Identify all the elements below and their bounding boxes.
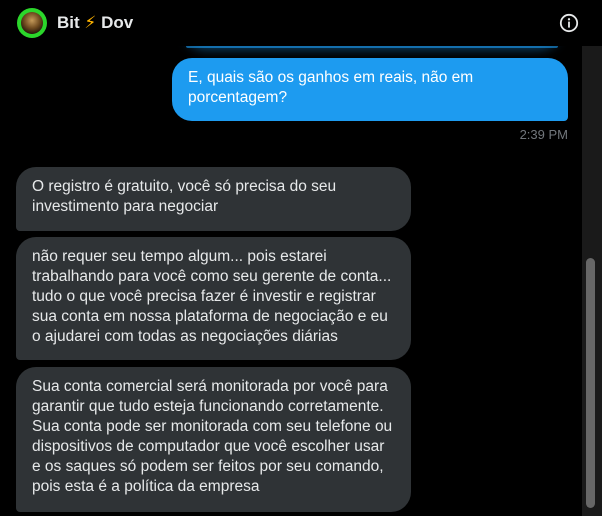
message-timestamp: 2:39 PM [519,127,568,142]
lightning-icon: ⚡ [84,13,97,32]
scrollbar-thumb[interactable] [586,258,595,508]
message-line: trabalhando para você como seu gerente d… [32,268,392,285]
message-line: dispositivos de computador que você esco… [32,438,385,455]
message-line: O registro é gratuito, você só precisa d… [32,178,337,195]
title-name-part1: Bit [57,13,80,32]
received-message-bubble[interactable]: Sua conta comercial será monitorada por … [16,367,411,512]
conversation-title[interactable]: Bit ⚡ Dov [57,13,133,33]
message-line: investimento para negociar [32,198,219,215]
message-line: tudo o que você precisa fazer é investir… [32,288,376,305]
message-line: o ajudarei com todas as negociações diár… [32,328,338,345]
message-line: e os saques só podem ser feitos por seu … [32,458,384,475]
received-message-bubble[interactable]: O registro é gratuito, você só precisa d… [16,167,411,231]
sent-message-bubble[interactable]: E, quais são os ganhos em reais, não em … [172,58,568,121]
info-icon[interactable] [559,13,579,33]
received-message-bubble[interactable]: não requer seu tempo algum... pois estar… [16,237,411,360]
avatar-image [21,12,43,34]
avatar[interactable] [17,8,47,38]
conversation-header: Bit ⚡ Dov [0,0,602,46]
message-line: porcentagem? [188,89,288,106]
message-line: pois esta é a política da empresa [32,478,260,495]
message-line: garantir que tudo esteja funcionando cor… [32,398,384,415]
message-line: E, quais são os ganhos em reais, não em [188,69,474,86]
message-line: Sua conta comercial será monitorada por … [32,378,388,395]
message-line: sua conta em nossa plataforma de negocia… [32,308,388,325]
message-line: não requer seu tempo algum... pois estar… [32,248,327,265]
message-line: Sua conta pode ser monitorada com seu te… [32,418,393,435]
title-name-part2: Dov [101,13,134,32]
